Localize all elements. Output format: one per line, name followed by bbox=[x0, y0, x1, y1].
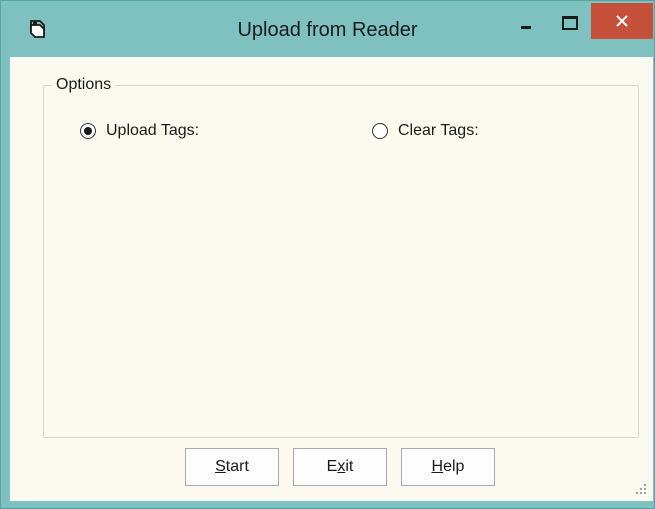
options-groupbox: Options Upload Tags: Clear Tags: bbox=[43, 76, 639, 438]
maximize-icon bbox=[562, 16, 578, 30]
minimize-button[interactable] bbox=[505, 5, 547, 41]
dialog-client-area: Options Upload Tags: Clear Tags: Start E… bbox=[10, 57, 653, 501]
exit-label-rest: it bbox=[345, 458, 354, 475]
close-icon bbox=[616, 15, 628, 27]
exit-mnemonic: x bbox=[337, 458, 346, 475]
minimize-icon bbox=[521, 25, 531, 29]
options-legend: Options bbox=[52, 76, 116, 94]
clear-tags-label[interactable]: Clear Tags: bbox=[398, 122, 479, 140]
help-button[interactable]: Help bbox=[401, 448, 495, 486]
radio-selected-dot bbox=[84, 127, 92, 135]
exit-label-pre: E bbox=[326, 458, 338, 475]
upload-tags-radio-circle[interactable] bbox=[80, 123, 96, 139]
exit-button[interactable]: Ex it bbox=[293, 448, 387, 486]
help-label-rest: elp bbox=[443, 458, 465, 475]
help-mnemonic: H bbox=[431, 458, 444, 475]
upload-tags-label[interactable]: Upload Tags: bbox=[106, 122, 199, 140]
upload-tags-radio[interactable]: Upload Tags: bbox=[80, 122, 199, 140]
start-button[interactable]: Start bbox=[185, 448, 279, 486]
close-button[interactable] bbox=[591, 3, 653, 39]
title-bar[interactable]: Upload from Reader bbox=[1, 1, 654, 55]
maximize-button[interactable] bbox=[549, 5, 591, 41]
clear-tags-radio-circle[interactable] bbox=[372, 123, 388, 139]
start-mnemonic: S bbox=[215, 458, 226, 475]
start-label-rest: tart bbox=[225, 458, 249, 475]
dialog-window: Upload from Reader Options Upload Tags: bbox=[0, 0, 655, 509]
clear-tags-radio[interactable]: Clear Tags: bbox=[372, 122, 479, 140]
resize-grip-icon[interactable] bbox=[635, 483, 647, 495]
